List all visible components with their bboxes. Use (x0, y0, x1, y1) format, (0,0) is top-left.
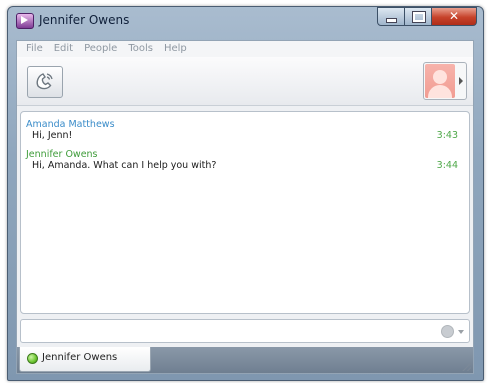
menu-file[interactable]: File (21, 41, 49, 57)
message-input[interactable] (20, 319, 470, 343)
resize-grip-icon[interactable] (462, 362, 471, 371)
menu-people[interactable]: People (79, 41, 123, 57)
conversation-tab-label: Jennifer Owens (42, 352, 118, 363)
smiley-icon[interactable] (441, 325, 454, 338)
message-item: Jennifer Owens Hi, Amanda. What can I he… (26, 149, 458, 171)
chevron-right-icon (459, 77, 463, 85)
message-item: Amanda Matthews Hi, Jenn! 3:43 (26, 119, 458, 141)
close-button[interactable]: ✕ (432, 7, 477, 26)
menu-tools[interactable]: Tools (123, 41, 159, 57)
window-frame: Jennifer Owens ✕ File Edit People Tools … (7, 6, 484, 381)
menu-help[interactable]: Help (159, 41, 193, 57)
message-text: Hi, Amanda. What can I help you with? (32, 160, 217, 171)
online-status-icon (27, 353, 38, 364)
messenger-app-icon (16, 13, 34, 29)
message-time: 3:44 (436, 160, 458, 171)
close-icon: ✕ (448, 9, 460, 23)
maximize-icon (412, 11, 426, 23)
call-button[interactable] (27, 66, 63, 98)
toolbar (17, 57, 473, 106)
message-text: Hi, Jenn! (32, 130, 73, 141)
maximize-button[interactable] (405, 7, 432, 26)
menu-edit[interactable]: Edit (49, 41, 79, 57)
minimize-button[interactable] (377, 7, 405, 26)
conversation-history[interactable]: Amanda Matthews Hi, Jenn! 3:43 Jennifer … (20, 111, 470, 314)
contact-avatar-icon (425, 64, 455, 98)
conversation-window: File Edit People Tools Help Amanda Matth… (16, 40, 474, 374)
phone-icon (36, 73, 53, 90)
message-sender: Jennifer Owens (26, 149, 98, 160)
window-controls: ✕ (377, 7, 477, 27)
contact-avatar-button[interactable] (423, 62, 467, 100)
message-sender: Amanda Matthews (26, 119, 115, 130)
minimize-icon (386, 18, 397, 23)
conversation-tab[interactable]: Jennifer Owens (19, 347, 151, 372)
message-time: 3:43 (436, 130, 458, 141)
chevron-down-icon[interactable] (458, 330, 464, 334)
window-title: Jennifer Owens (39, 13, 130, 27)
menu-bar: File Edit People Tools Help (17, 41, 473, 57)
conversation-tab-strip: Jennifer Owens (17, 347, 473, 373)
title-bar[interactable]: Jennifer Owens ✕ (8, 7, 483, 35)
